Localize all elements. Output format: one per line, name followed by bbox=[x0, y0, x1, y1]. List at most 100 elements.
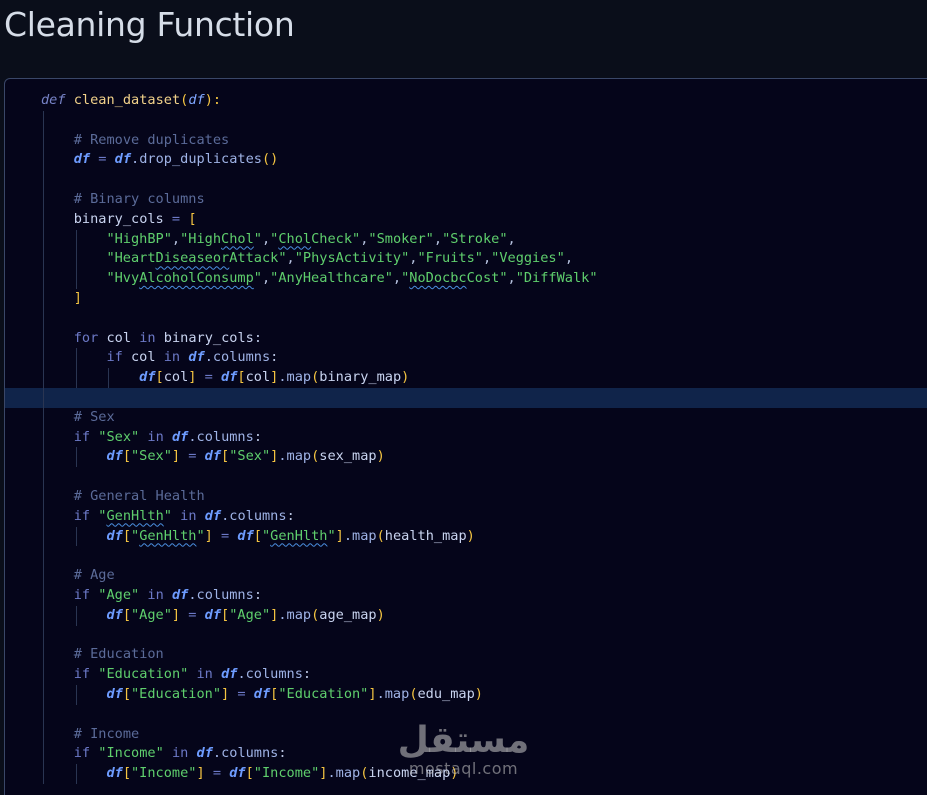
code-line-content bbox=[41, 389, 74, 405]
code-token: ) bbox=[401, 369, 410, 386]
code-token: col bbox=[163, 369, 189, 386]
code-token: Diseaseor bbox=[155, 250, 230, 267]
indent-guide bbox=[43, 407, 44, 428]
code-line[interactable]: # Education bbox=[5, 645, 927, 666]
code-line[interactable]: for col in binary_cols: bbox=[5, 328, 927, 349]
code-token: binary_cols bbox=[73, 210, 164, 227]
code-line[interactable] bbox=[5, 625, 927, 646]
code-token: " bbox=[163, 507, 172, 524]
code-token: df bbox=[253, 685, 271, 702]
code-token: "Smoker" bbox=[368, 230, 434, 247]
code-token: df bbox=[204, 606, 222, 623]
code-token: # Age bbox=[73, 567, 115, 584]
code-line-content: df["Sex"] = df["Sex"].map(sex_map) bbox=[41, 448, 384, 465]
code-line[interactable] bbox=[5, 467, 927, 487]
code-token: AlcoholConsump bbox=[139, 270, 254, 287]
code-token: health_map bbox=[384, 527, 467, 544]
code-token: Attack" bbox=[229, 250, 287, 267]
code-token: df bbox=[171, 586, 189, 603]
code-line[interactable]: # Age bbox=[5, 566, 927, 586]
code-line[interactable] bbox=[5, 170, 927, 190]
code-line[interactable]: df["Sex"] = df["Sex"].map(sex_map) bbox=[5, 447, 927, 468]
code-token: "Sex" bbox=[98, 428, 140, 445]
code-token: .columns bbox=[188, 586, 254, 603]
code-token: ] bbox=[171, 606, 181, 623]
indent-guide bbox=[75, 269, 77, 289]
code-token: : bbox=[253, 329, 262, 346]
code-token: df bbox=[237, 527, 254, 544]
indent-guide bbox=[43, 110, 44, 131]
code-token: "Education" bbox=[131, 685, 222, 702]
code-token: GenHlth bbox=[106, 507, 164, 524]
code-token: GenHlth bbox=[270, 527, 328, 544]
code-line[interactable]: df = df.drop_duplicates() bbox=[5, 150, 927, 171]
code-line[interactable]: # Sex bbox=[5, 407, 927, 428]
code-token: : bbox=[253, 428, 262, 445]
code-line[interactable] bbox=[5, 110, 927, 131]
code-token: [ bbox=[253, 527, 262, 544]
code-line-content: if "Sex" in df.columns: bbox=[41, 429, 262, 445]
code-line[interactable]: binary_cols = [ bbox=[5, 209, 927, 230]
code-token: .columns bbox=[237, 666, 303, 683]
code-line[interactable]: df["Age"] = df["Age"].map(age_map) bbox=[5, 605, 927, 626]
code-line[interactable]: # Binary columns bbox=[5, 189, 927, 210]
code-token: ] bbox=[171, 448, 181, 465]
code-token: [ bbox=[221, 448, 230, 465]
code-line[interactable]: df["Education"] = df["Education"].map(ed… bbox=[5, 684, 927, 705]
code-token: .map bbox=[278, 369, 312, 386]
code-line[interactable]: # General Health bbox=[5, 486, 927, 507]
code-line[interactable]: ] bbox=[5, 288, 927, 309]
code-line[interactable]: "HvyAlcoholConsump","AnyHealthcare","NoD… bbox=[5, 269, 927, 289]
code-line-content: binary_cols = [ bbox=[41, 211, 197, 227]
code-token: df bbox=[188, 349, 205, 366]
indent-guide bbox=[43, 585, 44, 606]
code-token: "Age" bbox=[131, 606, 172, 623]
code-line[interactable]: if "GenHlth" in df.columns: bbox=[5, 506, 927, 527]
indent-guide bbox=[43, 249, 44, 270]
code-line-content: df["Education"] = df["Education"].map(ed… bbox=[41, 686, 483, 702]
code-line[interactable]: "HeartDiseaseorAttack","PhysActivity","F… bbox=[5, 249, 927, 270]
code-line-content: for col in binary_cols: bbox=[41, 330, 262, 346]
code-token: ) bbox=[376, 606, 385, 623]
code-line[interactable] bbox=[5, 387, 927, 408]
code-line[interactable]: if col in df.columns: bbox=[5, 348, 927, 369]
code-line[interactable]: def clean_dataset(df): bbox=[5, 91, 927, 111]
code-token: : bbox=[286, 507, 295, 524]
indent-guide bbox=[75, 368, 77, 388]
code-line[interactable]: # Remove duplicates bbox=[5, 130, 927, 151]
indent-guide bbox=[43, 684, 44, 705]
code-line[interactable] bbox=[5, 546, 927, 567]
code-token: in bbox=[139, 428, 172, 445]
code-line[interactable] bbox=[5, 308, 927, 329]
code-token: ] bbox=[204, 527, 213, 544]
code-token: if bbox=[73, 428, 99, 445]
code-token: " bbox=[261, 527, 271, 544]
code-token: ] bbox=[335, 527, 344, 544]
code-token: Chol bbox=[221, 230, 254, 247]
code-line[interactable]: df[col] = df[col].map(binary_map) bbox=[5, 368, 927, 388]
code-line[interactable]: "HighBP","HighChol","CholCheck","Smoker"… bbox=[5, 229, 927, 250]
code-line[interactable]: if "Age" in df.columns: bbox=[5, 585, 927, 606]
code-editor[interactable]: def clean_dataset(df): # Remove duplicate… bbox=[4, 78, 927, 795]
code-token: # General Health bbox=[73, 487, 205, 504]
code-token: age_map bbox=[319, 606, 377, 623]
code-token: "Education" bbox=[98, 666, 189, 683]
indent-guide bbox=[43, 288, 44, 309]
code-line-content: if "GenHlth" in df.columns: bbox=[41, 508, 295, 524]
code-line[interactable]: df["GenHlth"] = df["GenHlth"].map(health… bbox=[5, 526, 927, 547]
code-line-content bbox=[41, 310, 74, 326]
code-token: "AnyHealthcare" bbox=[270, 270, 393, 287]
code-token: " bbox=[253, 230, 262, 247]
code-token: : bbox=[270, 349, 279, 366]
code-area[interactable]: def clean_dataset(df): # Remove duplicate… bbox=[5, 91, 927, 784]
code-token: if bbox=[73, 507, 99, 524]
code-token: "Sex" bbox=[131, 448, 172, 465]
indent-guide bbox=[43, 269, 44, 289]
code-token: .columns bbox=[204, 349, 271, 366]
code-line[interactable]: if "Sex" in df.columns: bbox=[5, 427, 927, 448]
code-line[interactable]: if "Education" in df.columns: bbox=[5, 665, 927, 685]
code-token: = bbox=[229, 685, 254, 702]
code-token: ): bbox=[204, 92, 222, 108]
code-token: "Income" bbox=[98, 745, 164, 762]
indent-guide bbox=[43, 625, 44, 646]
